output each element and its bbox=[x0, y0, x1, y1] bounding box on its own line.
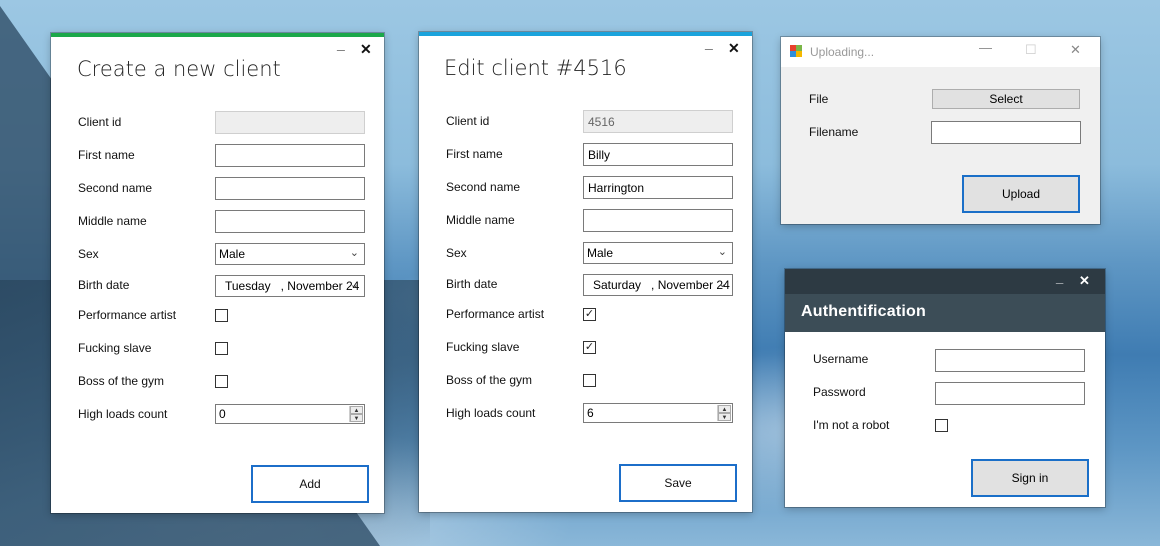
stepper-buttons: ▲ ▼ bbox=[349, 406, 363, 422]
first-name-label: First name bbox=[446, 147, 503, 161]
app-icon bbox=[790, 45, 802, 57]
first-name-label: First name bbox=[78, 148, 135, 162]
boss-of-the-gym-label: Boss of the gym bbox=[446, 373, 533, 387]
robot-checkbox[interactable] bbox=[935, 419, 948, 432]
high-loads-count-label: High loads count bbox=[78, 407, 168, 421]
sex-select[interactable]: Male ⌄ bbox=[215, 243, 365, 265]
close-icon[interactable]: ✕ bbox=[1079, 273, 1090, 289]
fucking-slave-label: Fucking slave bbox=[446, 340, 520, 354]
auth-header: Authentification bbox=[785, 294, 1105, 332]
window-title: Uploading... bbox=[810, 45, 875, 59]
save-button[interactable]: Save bbox=[619, 464, 737, 502]
robot-label: I'm not a robot bbox=[813, 418, 890, 432]
birth-date-weekday: Tuesday bbox=[225, 279, 271, 293]
chevron-down-icon[interactable]: ⌄ bbox=[350, 278, 359, 291]
password-label: Password bbox=[813, 385, 866, 399]
middle-name-field[interactable] bbox=[583, 209, 733, 232]
chevron-down-icon[interactable]: ⌄ bbox=[718, 245, 727, 258]
high-loads-count-value: 6 bbox=[587, 406, 594, 420]
page-title: Create a new client bbox=[77, 57, 281, 81]
birth-date-picker[interactable]: Tuesday , November 24 ⌄ bbox=[215, 275, 365, 297]
file-label: File bbox=[809, 92, 829, 106]
edit-window-accent-bar bbox=[419, 32, 752, 36]
sex-select[interactable]: Male ⌄ bbox=[583, 242, 733, 264]
birth-date-weekday: Saturday bbox=[593, 278, 642, 292]
boss-of-the-gym-checkbox[interactable] bbox=[215, 375, 228, 388]
chevron-down-icon[interactable]: ⌄ bbox=[718, 277, 727, 290]
edit-client-window: _ ✕ Edit client #4516 Client id First na… bbox=[419, 32, 752, 512]
close-icon[interactable]: ✕ bbox=[728, 40, 740, 57]
second-name-label: Second name bbox=[446, 180, 521, 194]
birth-date-value: Tuesday , November 24 bbox=[225, 279, 359, 293]
page-title: Edit client #4516 bbox=[444, 56, 627, 80]
fucking-slave-checkbox[interactable]: ✓ bbox=[583, 341, 596, 354]
high-loads-count-value: 0 bbox=[219, 407, 226, 421]
stepper-down-icon[interactable]: ▼ bbox=[718, 413, 731, 421]
birth-date-label: Birth date bbox=[446, 277, 498, 291]
upload-body: File Select Filename Upload bbox=[781, 67, 1100, 224]
minimize-icon[interactable]: — bbox=[979, 40, 992, 55]
birth-date-picker[interactable]: Saturday , November 24 ⌄ bbox=[583, 274, 733, 296]
chevron-down-icon[interactable]: ⌄ bbox=[350, 246, 359, 259]
close-icon[interactable]: ✕ bbox=[360, 41, 372, 58]
sex-select-value: Male bbox=[587, 246, 614, 260]
birth-date-label: Birth date bbox=[78, 278, 130, 292]
first-name-field[interactable] bbox=[215, 144, 365, 167]
filename-label: Filename bbox=[809, 125, 859, 139]
username-label: Username bbox=[813, 352, 869, 366]
client-id-label: Client id bbox=[446, 114, 490, 128]
sign-in-button[interactable]: Sign in bbox=[971, 459, 1089, 497]
middle-name-field[interactable] bbox=[215, 210, 365, 233]
close-icon[interactable]: ✕ bbox=[1070, 42, 1081, 58]
page-title: Authentification bbox=[801, 303, 926, 320]
create-client-window: _ ✕ Create a new client Client id First … bbox=[51, 33, 384, 513]
password-field[interactable] bbox=[935, 382, 1085, 405]
checkmark-icon: ✓ bbox=[584, 308, 595, 320]
minimize-icon[interactable]: _ bbox=[705, 35, 713, 51]
checkmark-icon: ✓ bbox=[584, 341, 595, 353]
second-name-label: Second name bbox=[78, 181, 153, 195]
high-loads-count-stepper[interactable]: 6 ▲ ▼ bbox=[583, 403, 733, 423]
stepper-up-icon[interactable]: ▲ bbox=[350, 406, 363, 414]
fucking-slave-label: Fucking slave bbox=[78, 341, 152, 355]
upload-window: Uploading... — ☐ ✕ File Select Filename … bbox=[781, 37, 1100, 224]
sex-label: Sex bbox=[78, 247, 99, 261]
high-loads-count-stepper[interactable]: 0 ▲ ▼ bbox=[215, 404, 365, 424]
fucking-slave-checkbox[interactable] bbox=[215, 342, 228, 355]
boss-of-the-gym-label: Boss of the gym bbox=[78, 374, 165, 388]
minimize-icon[interactable]: _ bbox=[1056, 270, 1063, 285]
performance-artist-checkbox[interactable]: ✓ bbox=[583, 308, 596, 321]
username-field[interactable] bbox=[935, 349, 1085, 372]
auth-titlebar: _ ✕ bbox=[785, 269, 1105, 294]
select-button[interactable]: Select bbox=[932, 89, 1080, 109]
middle-name-label: Middle name bbox=[78, 214, 147, 228]
boss-of-the-gym-checkbox[interactable] bbox=[583, 374, 596, 387]
second-name-field[interactable] bbox=[215, 177, 365, 200]
minimize-icon[interactable]: _ bbox=[337, 36, 345, 52]
client-id-label: Client id bbox=[78, 115, 122, 129]
first-name-field[interactable] bbox=[583, 143, 733, 166]
create-window-accent-bar bbox=[51, 33, 384, 37]
performance-artist-label: Performance artist bbox=[446, 307, 545, 321]
client-id-field bbox=[583, 110, 733, 133]
add-button[interactable]: Add bbox=[251, 465, 369, 503]
birth-date-value: Saturday , November 24 bbox=[593, 278, 730, 292]
upload-titlebar: Uploading... — ☐ ✕ bbox=[781, 37, 1100, 67]
middle-name-label: Middle name bbox=[446, 213, 515, 227]
maximize-icon[interactable]: ☐ bbox=[1025, 42, 1037, 58]
stepper-down-icon[interactable]: ▼ bbox=[350, 414, 363, 422]
performance-artist-label: Performance artist bbox=[78, 308, 177, 322]
high-loads-count-label: High loads count bbox=[446, 406, 536, 420]
sex-select-value: Male bbox=[219, 247, 246, 261]
client-id-field bbox=[215, 111, 365, 134]
stepper-buttons: ▲ ▼ bbox=[717, 405, 731, 421]
auth-window: _ ✕ Authentification Username Password I… bbox=[785, 269, 1105, 507]
filename-field[interactable] bbox=[931, 121, 1081, 144]
stepper-up-icon[interactable]: ▲ bbox=[718, 405, 731, 413]
performance-artist-checkbox[interactable] bbox=[215, 309, 228, 322]
upload-button[interactable]: Upload bbox=[962, 175, 1080, 213]
birth-date-monthday: , November 24 bbox=[280, 279, 360, 293]
sex-label: Sex bbox=[446, 246, 467, 260]
second-name-field[interactable] bbox=[583, 176, 733, 199]
